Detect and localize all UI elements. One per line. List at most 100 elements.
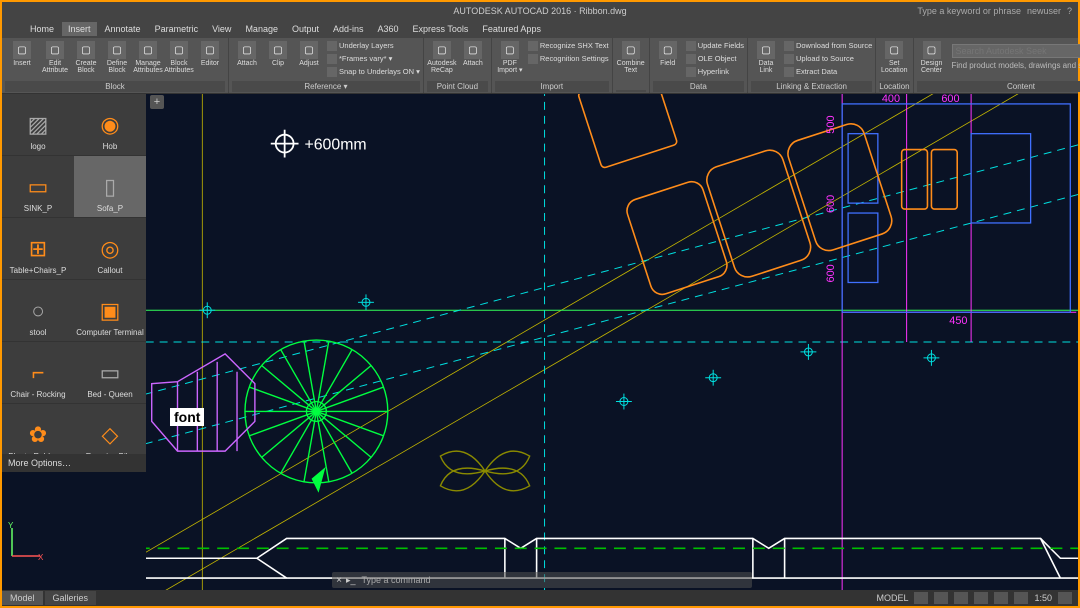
drawing-canvas[interactable]: +600mm 500 600 600 400 600 450 font — [146, 94, 1078, 590]
palette-item[interactable]: ⌐Chair - Rocking — [2, 342, 74, 404]
ribbon-button[interactable]: ▢Manage Attributes — [133, 39, 163, 81]
drawing-svg[interactable]: +600mm 500 600 600 400 600 450 — [146, 94, 1078, 590]
menu-tab-express-tools[interactable]: Express Tools — [407, 22, 475, 36]
seek-search-input[interactable] — [952, 44, 1080, 58]
menu-tab-manage[interactable]: Manage — [239, 22, 284, 36]
customize-icon[interactable] — [1058, 592, 1072, 604]
ribbon-button[interactable]: ▢Set Location — [879, 39, 909, 81]
menu-tab-add-ins[interactable]: Add-ins — [327, 22, 370, 36]
block-thumb-icon: ◇ — [90, 418, 130, 452]
ribbon-button[interactable]: ▢Attach — [458, 39, 488, 81]
ribbon-button[interactable]: ▢Editor — [195, 39, 225, 81]
ribbon-button[interactable]: ▢Field — [653, 39, 683, 81]
tool-palette[interactable]: ▨logo◉Hob▭SINK_P▯Sofa_P⊞Table+Chairs_P◎C… — [2, 94, 146, 472]
ribbon-button[interactable]: ▢Data Link — [751, 39, 781, 81]
block-thumb-icon: ⊞ — [18, 232, 58, 266]
palette-item[interactable]: ▨logo — [2, 94, 74, 156]
menu-tab-parametric[interactable]: Parametric — [149, 22, 205, 36]
palette-item[interactable]: ⊞Table+Chairs_P — [2, 218, 74, 280]
title-bar: AUTODESK AUTOCAD 2016 · Ribbon.dwg Type … — [2, 2, 1078, 20]
ribbon-icon: ▢ — [433, 41, 451, 59]
menu-tab-insert[interactable]: Insert — [62, 22, 97, 36]
menu-tab-view[interactable]: View — [206, 22, 237, 36]
ribbon-small-button[interactable]: Update Fields — [686, 39, 744, 52]
palette-item[interactable]: ◇Exercise Bike — [74, 404, 146, 454]
ribbon-tabs: HomeInsertAnnotateParametricViewManageOu… — [2, 20, 1078, 38]
menu-tab-annotate[interactable]: Annotate — [99, 22, 147, 36]
ribbon-button[interactable]: ▢Design Center — [917, 39, 947, 81]
ribbon-button[interactable]: ▢Attach — [232, 39, 262, 81]
palette-item[interactable]: ○stool — [2, 280, 74, 342]
palette-item[interactable]: ▭SINK_P — [2, 156, 74, 218]
block-thumb-icon: ▭ — [90, 356, 130, 390]
ribbon-small-button[interactable]: Snap to Underlays ON ▾ — [327, 65, 420, 78]
grid-toggle-icon[interactable] — [914, 592, 928, 604]
ribbon-small-button[interactable]: Extract Data — [784, 65, 872, 78]
command-line[interactable]: × ▸_ Type a command — [332, 572, 752, 588]
ribbon-button[interactable]: ▢Combine Text — [616, 39, 646, 81]
svg-text:450: 450 — [949, 315, 967, 327]
ribbon-button[interactable]: ▢Define Block — [102, 39, 132, 81]
palette-item[interactable]: ▯Sofa_P — [74, 156, 146, 218]
ribbon-small-button[interactable]: Hyperlink — [686, 65, 744, 78]
block-thumb-icon: ⌐ — [18, 356, 58, 390]
palette-item[interactable]: ◎Callout — [74, 218, 146, 280]
palette-item-label: Callout — [76, 266, 144, 275]
ribbon-group-5: ▢FieldUpdate FieldsOLE ObjectHyperlinkDa… — [650, 38, 748, 93]
help-icon[interactable]: ? — [1067, 6, 1072, 16]
ribbon-button[interactable]: ▢Autodesk ReCap — [427, 39, 457, 81]
lwt-toggle-icon[interactable] — [1014, 592, 1028, 604]
ribbon-group-3: ▢PDF Import ▾Recognize SHX TextRecogniti… — [492, 38, 613, 93]
ribbon-small-button[interactable]: Underlay Layers — [327, 39, 420, 52]
ribbon-small-button[interactable]: Recognize SHX Text — [528, 39, 609, 52]
block-thumb-icon: ✿ — [18, 418, 58, 452]
ribbon: ▢Insert▢Edit Attribute▢Create Block▢Defi… — [2, 38, 1078, 94]
ribbon-button[interactable]: ▢Insert — [5, 39, 39, 81]
menu-tab-home[interactable]: Home — [24, 22, 60, 36]
menu-tab-a360[interactable]: A360 — [372, 22, 405, 36]
ribbon-small-button[interactable]: *Frames vary* ▾ — [327, 52, 420, 65]
block-thumb-icon: ◉ — [90, 108, 130, 142]
ribbon-small-button[interactable]: Recognition Settings — [528, 52, 609, 65]
command-prompt[interactable]: Type a command — [356, 575, 431, 585]
palette-item-label: Hob — [76, 142, 144, 151]
ribbon-small-button[interactable]: Download from Source — [784, 39, 872, 52]
ribbon-small-button[interactable]: Upload to Source — [784, 52, 872, 65]
menu-tab-output[interactable]: Output — [286, 22, 325, 36]
palette-item[interactable]: ▣Computer Terminal — [74, 280, 146, 342]
svg-text:500: 500 — [825, 115, 837, 133]
close-icon[interactable]: × — [332, 575, 346, 586]
palette-item-label: logo — [4, 142, 72, 151]
svg-text:Y: Y — [8, 522, 14, 530]
tab-model[interactable]: Model — [2, 591, 43, 605]
osnap-toggle-icon[interactable] — [994, 592, 1008, 604]
block-thumb-icon: ▭ — [18, 170, 58, 204]
ribbon-button[interactable]: ▢Block Attributes — [164, 39, 194, 81]
more-options[interactable]: More Options… — [2, 454, 146, 472]
palette-item[interactable]: ▭Bed - Queen — [74, 342, 146, 404]
ortho-toggle-icon[interactable] — [954, 592, 968, 604]
ribbon-small-button[interactable]: OLE Object — [686, 52, 744, 65]
ribbon-group-8: ▢Design CenterFind product models, drawi… — [914, 38, 1080, 93]
tab-galleries[interactable]: Galleries — [45, 591, 97, 605]
ribbon-group-label: Location — [879, 81, 909, 92]
search-hint[interactable]: Type a keyword or phrase — [917, 6, 1021, 16]
ribbon-icon: ▢ — [77, 41, 95, 59]
status-model-label[interactable]: MODEL — [876, 593, 908, 603]
status-time: 1:50 — [1034, 593, 1052, 603]
ribbon-button[interactable]: ▢Create Block — [71, 39, 101, 81]
ribbon-button[interactable]: ▢Adjust — [294, 39, 324, 81]
svg-text:600: 600 — [825, 264, 837, 282]
ribbon-button[interactable]: ▢PDF Import ▾ — [495, 39, 525, 81]
user-name[interactable]: newuser — [1027, 6, 1061, 16]
ribbon-button[interactable]: ▢Clip — [263, 39, 293, 81]
polar-toggle-icon[interactable] — [974, 592, 988, 604]
menu-tab-featured-apps[interactable]: Featured Apps — [476, 22, 547, 36]
ribbon-icon: ▢ — [13, 41, 31, 59]
snap-toggle-icon[interactable] — [934, 592, 948, 604]
palette-item[interactable]: ✿Plant - Rubber… — [2, 404, 74, 454]
ucs-icon: Y X — [6, 522, 46, 562]
ribbon-icon: ▢ — [238, 41, 256, 59]
palette-item[interactable]: ◉Hob — [74, 94, 146, 156]
ribbon-button[interactable]: ▢Edit Attribute — [40, 39, 70, 81]
